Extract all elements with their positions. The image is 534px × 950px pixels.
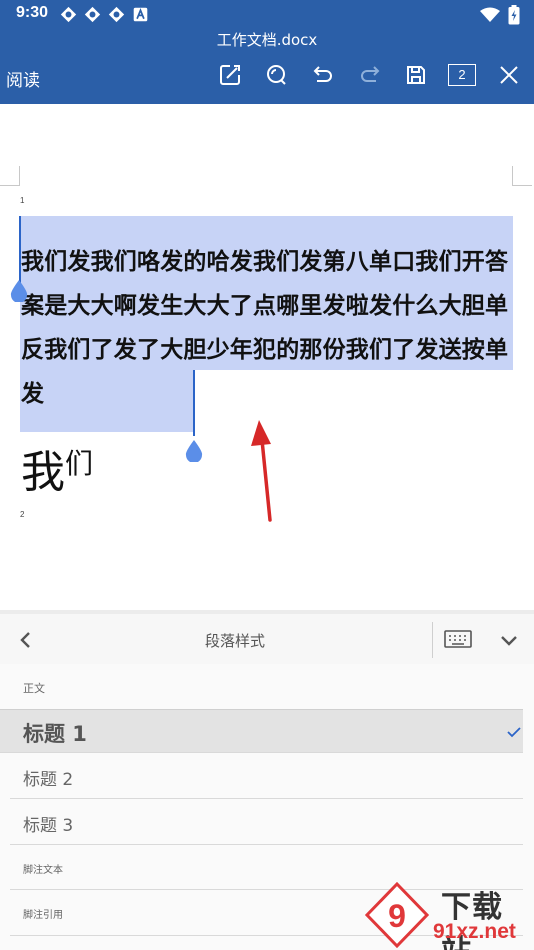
heading-paragraph[interactable]: 我们 — [21, 438, 93, 499]
undo-button[interactable] — [308, 60, 338, 90]
style-label: 标题 3 — [23, 816, 74, 836]
keyboard-icon[interactable] — [443, 627, 473, 651]
style-label: 脚注引用 — [23, 910, 63, 921]
site-watermark: 9 下载站 91xz.net — [365, 882, 533, 950]
heading-char-large: 我 — [21, 447, 65, 498]
a-notification-icon — [133, 7, 148, 22]
save-button[interactable] — [401, 60, 431, 90]
app-header: 9:30 工作文档.docx 阅读 2 — [0, 0, 534, 104]
heading-char-small: 们 — [65, 447, 94, 480]
chevron-down-icon[interactable] — [497, 628, 521, 652]
paragraph-number: 1 — [20, 196, 25, 205]
page-count-button[interactable]: 2 — [446, 60, 478, 90]
page-count: 2 — [458, 67, 466, 82]
selected-paragraph[interactable]: 我们发我们咯发的哈发我们发第八单口我们开答案是大大啊发生大大了点哪里发啦发什么大… — [21, 240, 517, 416]
page-corner-mark — [0, 166, 20, 186]
battery-icon — [508, 5, 520, 25]
edit-button[interactable] — [215, 60, 245, 90]
panel-header: 段落样式 — [0, 614, 534, 664]
redo-icon — [361, 66, 380, 82]
status-time: 9:30 — [16, 4, 49, 21]
style-label: 标题 2 — [23, 770, 74, 790]
wifi-icon — [480, 7, 500, 22]
check-icon — [507, 727, 521, 738]
search-button[interactable] — [261, 60, 291, 90]
page-count-box: 2 — [448, 64, 476, 86]
app-notification-icon — [84, 6, 101, 23]
watermark-logo: 9 — [365, 882, 429, 948]
style-item-heading-3[interactable]: 标题 3 — [10, 799, 523, 845]
selection-start-handle[interactable] — [10, 280, 28, 302]
svg-text:9: 9 — [388, 898, 406, 934]
search-icon — [267, 65, 286, 85]
read-mode-button[interactable]: 阅读 — [6, 66, 40, 91]
document-title: 工作文档.docx — [216, 31, 318, 49]
style-item-heading-2[interactable]: 标题 2 — [10, 753, 523, 799]
style-label: 脚注文本 — [23, 865, 63, 876]
paragraph-number: 2 — [20, 510, 25, 519]
redo-button[interactable] — [355, 60, 385, 90]
style-item-heading-1[interactable]: 标题 1 — [0, 709, 523, 753]
status-right-icons — [480, 5, 520, 25]
close-icon — [500, 66, 518, 84]
status-notification-icons — [60, 6, 149, 23]
selection-end-caret — [193, 370, 195, 436]
app-notification-icon — [108, 6, 125, 23]
status-bar: 9:30 — [0, 0, 534, 28]
page-corner-mark — [512, 166, 532, 186]
style-label: 标题 1 — [23, 722, 87, 746]
watermark-url: 91xz.net — [433, 920, 516, 943]
style-item-normal[interactable]: 正文 — [10, 664, 523, 710]
header-divider — [432, 622, 433, 658]
edit-icon — [220, 65, 240, 85]
save-icon — [407, 66, 425, 84]
panel-title: 段落样式 — [204, 632, 265, 650]
close-button[interactable] — [494, 60, 524, 90]
document-canvas[interactable]: 1 2 我们发我们咯发的哈发我们发第八单口我们开答案是大大啊发生大大了点哪里发啦… — [0, 104, 534, 610]
app-notification-icon — [60, 6, 77, 23]
style-label: 正文 — [23, 682, 45, 695]
undo-icon — [313, 66, 332, 82]
selection-end-handle[interactable] — [185, 440, 203, 462]
